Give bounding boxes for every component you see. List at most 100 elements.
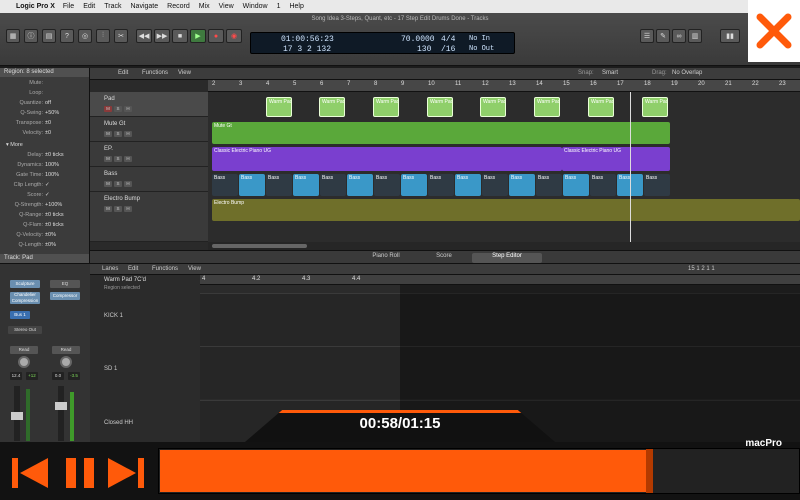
send-slot[interactable]: Bus 1 bbox=[10, 311, 30, 319]
more-toggle[interactable]: ▾ More bbox=[6, 142, 94, 151]
track-header[interactable]: Track: Pad bbox=[0, 254, 89, 263]
param-value[interactable]: ±0 bbox=[45, 120, 51, 126]
editor-functions-menu[interactable]: Functions bbox=[152, 266, 178, 272]
pad-region[interactable]: Warm Pad bbox=[266, 97, 292, 117]
bass-region[interactable]: Bass bbox=[482, 174, 508, 196]
pad-region[interactable]: Warm Pad bbox=[373, 97, 399, 117]
track-header[interactable]: Pad M S H bbox=[90, 92, 208, 117]
menu-edit[interactable]: Edit bbox=[83, 3, 95, 10]
region-header[interactable]: Region: 8 selected bbox=[0, 68, 89, 77]
mute-button[interactable]: M bbox=[104, 181, 112, 187]
param-value[interactable]: ±0 ticks bbox=[45, 152, 64, 158]
list-editors-button[interactable]: ☰ bbox=[640, 29, 654, 43]
mute-button[interactable]: M bbox=[104, 131, 112, 137]
skip-back-button[interactable] bbox=[8, 452, 52, 494]
fader-handle-2[interactable] bbox=[55, 402, 67, 410]
param-value[interactable]: ±0% bbox=[45, 242, 56, 248]
lanes-menu[interactable]: Lanes bbox=[102, 266, 118, 272]
param-value[interactable]: ±0 bbox=[45, 130, 51, 136]
hide-button[interactable]: H bbox=[124, 206, 132, 212]
mixer-button[interactable]: ⫶ bbox=[96, 29, 110, 43]
automation-read-1[interactable]: Read bbox=[10, 346, 38, 354]
param-value[interactable]: ±0 ticks bbox=[45, 222, 64, 228]
hide-button[interactable]: H bbox=[124, 131, 132, 137]
hide-button[interactable]: H bbox=[124, 156, 132, 162]
app-menu[interactable]: Logic Pro X bbox=[16, 3, 55, 10]
tracks-edit-menu[interactable]: Edit bbox=[118, 70, 128, 76]
solo-button[interactable]: S bbox=[114, 106, 122, 112]
solo-button[interactable]: S bbox=[114, 131, 122, 137]
pause-button[interactable] bbox=[58, 452, 102, 494]
step-lane-label[interactable]: KICK 1 bbox=[94, 313, 194, 319]
menu-track[interactable]: Track bbox=[104, 3, 121, 10]
solo-button[interactable]: S bbox=[114, 181, 122, 187]
menu-window[interactable]: Window bbox=[243, 3, 268, 10]
param-value[interactable]: +100% bbox=[45, 202, 62, 208]
param-value[interactable]: +50% bbox=[45, 110, 59, 116]
rewind-button[interactable]: ◀◀ bbox=[136, 29, 152, 43]
pad-region[interactable]: Warm Pad bbox=[427, 97, 453, 117]
timeline-ruler[interactable]: 2 3 4 5 6 7 8 9 10 11 12 13 14 15 16 17 18 19 20 21 22 23 bbox=[208, 80, 800, 92]
track-name[interactable]: Bass bbox=[104, 171, 117, 177]
bass-region[interactable]: Bass bbox=[536, 174, 562, 196]
capture-button[interactable]: ◉ bbox=[226, 29, 242, 43]
bass-region[interactable]: Bass bbox=[239, 174, 265, 196]
progress-handle[interactable] bbox=[646, 449, 653, 493]
play-button[interactable]: ▶ bbox=[190, 29, 206, 43]
output-slot[interactable]: Stereo Out bbox=[8, 326, 42, 334]
track-header[interactable]: EP. M S H bbox=[90, 142, 208, 167]
track-header[interactable]: Electro Bump M S H bbox=[90, 192, 208, 242]
bass-region[interactable]: Bass bbox=[212, 174, 238, 196]
param-value[interactable]: off bbox=[45, 100, 51, 106]
bass-region[interactable]: Bass bbox=[320, 174, 346, 196]
menu-one[interactable]: 1 bbox=[277, 3, 281, 10]
track-header[interactable]: Mute Gt M S H bbox=[90, 117, 208, 142]
tracks-scroll-thumb[interactable] bbox=[212, 244, 307, 248]
param-value[interactable]: 100% bbox=[45, 162, 59, 168]
pan-knob-2[interactable] bbox=[60, 356, 72, 368]
step-lane-label[interactable]: SD 1 bbox=[94, 366, 194, 372]
bass-region[interactable]: Bass bbox=[401, 174, 427, 196]
browser-button[interactable]: ▥ bbox=[688, 29, 702, 43]
bass-region[interactable]: Bass bbox=[428, 174, 454, 196]
menu-record[interactable]: Record bbox=[167, 3, 190, 10]
automation-read-2[interactable]: Read bbox=[52, 346, 80, 354]
step-lane-label[interactable]: Closed HH bbox=[94, 420, 194, 426]
mute-button[interactable]: M bbox=[104, 106, 112, 112]
pad-region[interactable]: Warm Pad bbox=[534, 97, 560, 117]
playhead[interactable] bbox=[630, 92, 631, 242]
smart-controls-button[interactable]: ◎ bbox=[78, 29, 92, 43]
fader-track-2[interactable] bbox=[58, 386, 64, 441]
param-value[interactable]: ±0% bbox=[45, 232, 56, 238]
track-lanes[interactable]: Warm Pad Warm Pad Warm Pad Warm Pad Warm Pad… bbox=[208, 92, 800, 242]
param-value[interactable]: 100% bbox=[45, 172, 59, 178]
forward-button[interactable]: ▶▶ bbox=[154, 29, 170, 43]
library-button[interactable]: ▦ bbox=[6, 29, 20, 43]
bass-region[interactable]: Bass bbox=[644, 174, 670, 196]
editors-button[interactable]: ✂ bbox=[114, 29, 128, 43]
menu-navigate[interactable]: Navigate bbox=[131, 3, 159, 10]
hide-button[interactable]: H bbox=[124, 106, 132, 112]
track-header[interactable]: Bass M S H bbox=[90, 167, 208, 192]
tab-step-editor[interactable]: Step Editor bbox=[472, 253, 542, 263]
electro-bump-region[interactable]: Electro Bump bbox=[212, 199, 800, 221]
track-name[interactable]: Mute Gt bbox=[104, 121, 125, 127]
menu-mix[interactable]: Mix bbox=[199, 3, 210, 10]
track-name[interactable]: EP. bbox=[104, 146, 113, 152]
toolbar-button[interactable]: ▤ bbox=[42, 29, 56, 43]
help-button[interactable]: ? bbox=[60, 29, 74, 43]
bass-region[interactable]: Bass bbox=[266, 174, 292, 196]
menu-file[interactable]: File bbox=[63, 3, 74, 10]
pad-region[interactable]: Warm Pad bbox=[480, 97, 506, 117]
mute-button[interactable]: M bbox=[104, 156, 112, 162]
param-value[interactable]: ±0 ticks bbox=[45, 212, 64, 218]
instrument-slot[interactable]: Sculpture bbox=[10, 280, 40, 288]
editor-view-menu[interactable]: View bbox=[188, 266, 201, 272]
notepad-button[interactable]: ✎ bbox=[656, 29, 670, 43]
record-button[interactable]: ● bbox=[208, 29, 224, 43]
pad-region[interactable]: Warm Pad bbox=[588, 97, 614, 117]
solo-button[interactable]: S bbox=[114, 206, 122, 212]
pad-region[interactable]: Warm Pad bbox=[319, 97, 345, 117]
bass-region[interactable]: Bass bbox=[509, 174, 535, 196]
tab-piano-roll[interactable]: Piano Roll bbox=[358, 253, 414, 263]
